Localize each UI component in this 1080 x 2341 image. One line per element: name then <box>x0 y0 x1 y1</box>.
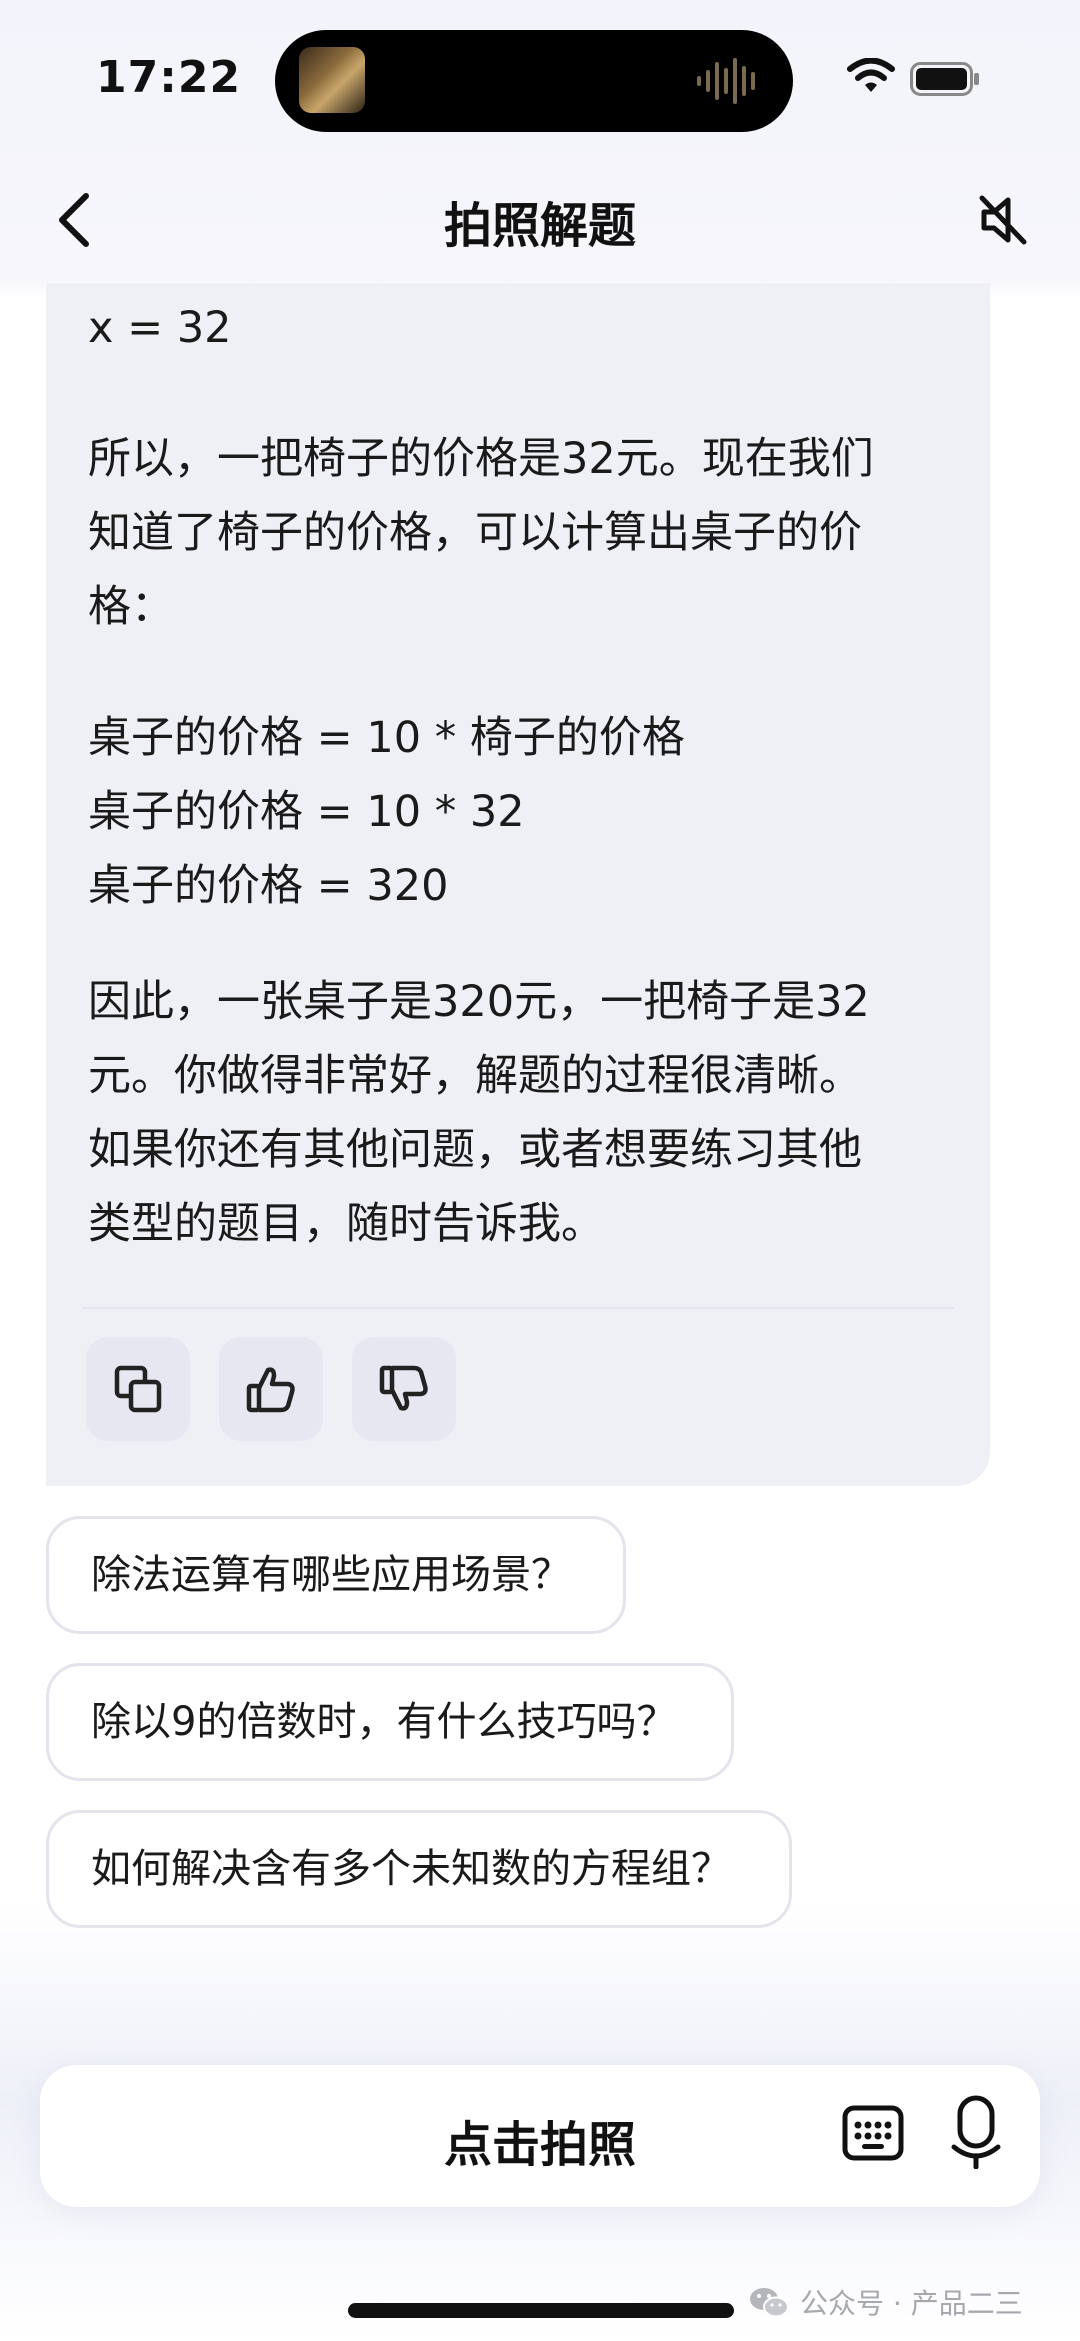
dynamic-island[interactable] <box>275 30 793 132</box>
answer-line: 因此，一张桌子是320元，一把椅子是32 <box>88 977 870 1027</box>
now-playing-artwork <box>299 47 365 113</box>
suggestion-chip[interactable]: 除以9的倍数时，有什么技巧吗？ <box>46 1663 734 1781</box>
battery-icon <box>910 62 979 96</box>
answer-text: x = 32 所以，一把椅子的价格是32元。现在我们 知道了椅子的价格，可以计算… <box>88 291 958 1261</box>
like-button[interactable] <box>219 1337 323 1441</box>
answer-line: x = 32 <box>88 303 232 353</box>
wifi-icon <box>847 58 895 92</box>
watermark: 公众号 · 产品二三 <box>748 2282 1023 2322</box>
thumbs-down-icon <box>379 1365 428 1411</box>
answer-line: 所以，一把椅子的价格是32元。现在我们 <box>88 434 874 484</box>
answer-line: 桌子的价格 = 320 <box>88 861 449 911</box>
answer-line: 桌子的价格 = 10 * 32 <box>88 787 525 837</box>
home-indicator[interactable] <box>348 2303 734 2318</box>
input-bar: 点击拍照 <box>40 2065 1040 2207</box>
answer-line: 类型的题目，随时告诉我。 <box>88 1199 604 1249</box>
copy-icon <box>114 1365 162 1413</box>
copy-button[interactable] <box>86 1337 190 1441</box>
answer-line: 如果你还有其他问题，或者想要练习其他 <box>88 1125 862 1175</box>
status-time: 17:22 <box>96 52 242 103</box>
thumbs-up-icon <box>246 1367 295 1413</box>
microphone-icon[interactable] <box>950 2095 1002 2169</box>
answer-line: 知道了椅子的价格，可以计算出桌子的价 <box>88 508 862 558</box>
keyboard-icon[interactable] <box>842 2105 904 2161</box>
watermark-text: 公众号 · 产品二三 <box>800 2287 1023 2320</box>
answer-line: 元。你做得非常好，解题的过程很清晰。 <box>88 1051 862 1101</box>
answer-line: 桌子的价格 = 10 * 椅子的价格 <box>88 713 685 763</box>
audio-waveform-icon <box>697 58 755 104</box>
speaker-muted-icon[interactable] <box>976 192 1030 248</box>
suggestion-chip[interactable]: 如何解决含有多个未知数的方程组？ <box>46 1810 792 1928</box>
suggestion-chip[interactable]: 除法运算有哪些应用场景？ <box>46 1516 626 1634</box>
page-title: 拍照解题 <box>443 198 636 254</box>
answer-line: 格： <box>88 582 174 632</box>
answer-bubble: x = 32 所以，一把椅子的价格是32元。现在我们 知道了椅子的价格，可以计算… <box>46 283 990 1486</box>
screen: 17:22 拍照解题 x = 32 所以，一把椅子的价格是32元。现在我们 知道… <box>0 0 1080 2341</box>
wechat-icon <box>750 2288 789 2318</box>
divider <box>82 1307 954 1309</box>
dislike-button[interactable] <box>352 1337 456 1441</box>
